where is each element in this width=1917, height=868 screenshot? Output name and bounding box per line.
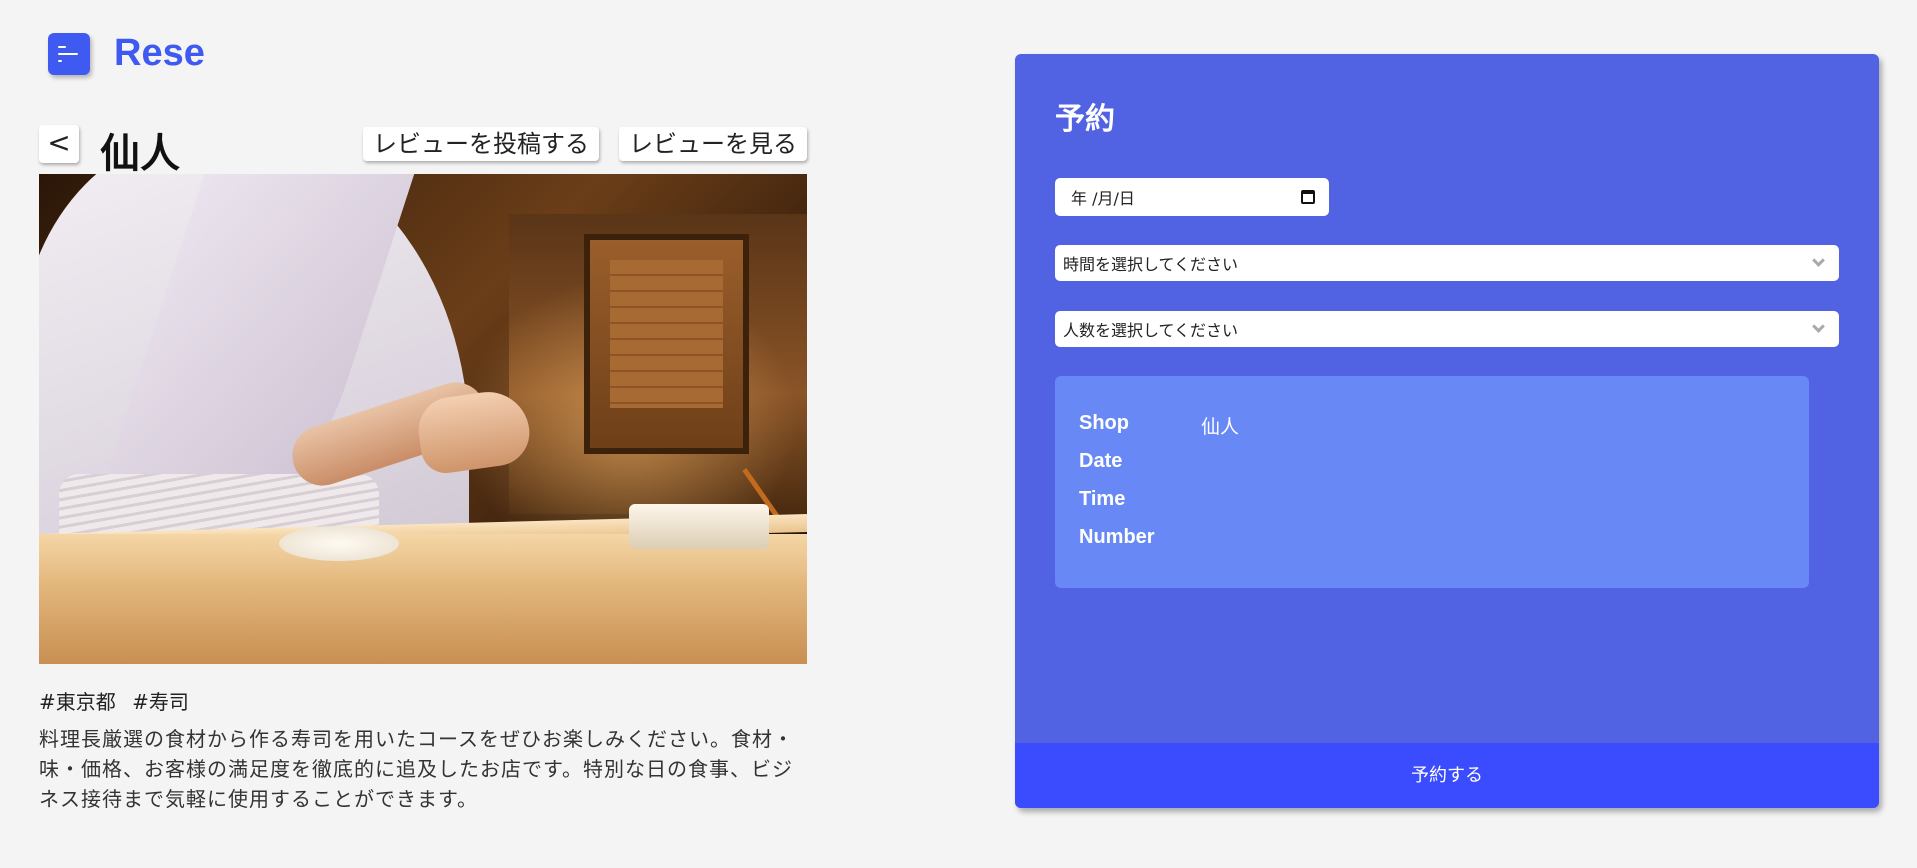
post-review-button[interactable]: レビューを投稿する [363, 127, 599, 161]
time-select[interactable]: 時間を選択してください [1055, 245, 1839, 281]
reservation-panel: 予約 年 /月/日 時間を選択してください 人数を選択してください Shop 仙… [1015, 54, 1879, 808]
summary-number-row: Number [1079, 526, 1201, 549]
header: Rese [48, 32, 205, 75]
reservation-summary: Shop 仙人 Date Time Number [1055, 376, 1809, 588]
number-placeholder: 人数を選択してください [1063, 321, 1239, 340]
summary-number-label: Number [1079, 526, 1155, 548]
chevron-down-icon [1812, 320, 1825, 333]
date-placeholder: 年 /月/日 [1071, 189, 1135, 208]
logo[interactable]: Rese [114, 32, 205, 75]
shop-name: 仙人 [100, 131, 180, 177]
date-input[interactable]: 年 /月/日 [1055, 178, 1329, 216]
reserve-button[interactable]: 予約する [1015, 743, 1879, 808]
back-button[interactable]: < [39, 125, 79, 163]
summary-shop-row: Shop 仙人 [1079, 412, 1239, 439]
time-placeholder: 時間を選択してください [1063, 255, 1239, 274]
summary-date-row: Date [1079, 450, 1201, 473]
number-select[interactable]: 人数を選択してください [1055, 311, 1839, 347]
summary-date-label: Date [1079, 450, 1123, 472]
calendar-icon[interactable] [1301, 190, 1315, 204]
reservation-title: 予約 [1055, 102, 1115, 137]
view-reviews-button[interactable]: レビューを見る [619, 127, 807, 161]
summary-time-label: Time [1079, 488, 1126, 510]
hamburger-menu-icon[interactable] [48, 32, 90, 75]
area-tag: #東京都 [39, 690, 116, 714]
shop-tags: #東京都 #寿司 [39, 686, 199, 715]
genre-tag: #寿司 [132, 690, 189, 714]
summary-shop-value: 仙人 [1201, 416, 1240, 438]
shop-header: < 仙人 レビューを投稿する レビューを見る [39, 121, 807, 177]
shop-description: 料理長厳選の食材から作る寿司を用いたコースをぜひお楽しみください。食材・味・価格… [39, 727, 794, 811]
summary-time-row: Time [1079, 488, 1201, 511]
shop-photo [39, 174, 807, 664]
summary-shop-label: Shop [1079, 412, 1129, 434]
chevron-down-icon [1812, 254, 1825, 267]
